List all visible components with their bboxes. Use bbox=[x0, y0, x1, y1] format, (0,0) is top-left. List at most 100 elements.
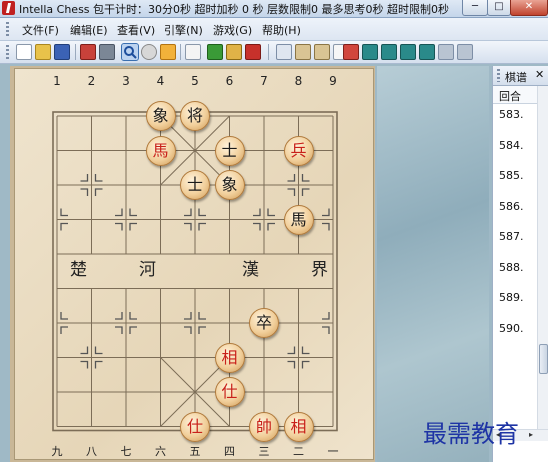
lock-icon[interactable] bbox=[226, 44, 242, 60]
toolbar-separator bbox=[268, 44, 269, 60]
maximize-button[interactable]: □ bbox=[487, 0, 511, 16]
column-number: 2 bbox=[87, 74, 96, 88]
move-row[interactable]: 586. bbox=[499, 200, 524, 213]
piece-label: 馬 bbox=[290, 209, 307, 229]
move-row[interactable]: 584. bbox=[499, 139, 524, 152]
next-move-icon[interactable] bbox=[400, 44, 416, 60]
move-row[interactable]: 588. bbox=[499, 261, 524, 274]
engine-icon[interactable] bbox=[207, 44, 223, 60]
river-text-chu: 楚 bbox=[70, 260, 87, 280]
column-number: 8 bbox=[294, 74, 303, 88]
move-row[interactable]: 587. bbox=[499, 230, 524, 243]
column-number: 1 bbox=[53, 74, 61, 88]
menu-edit[interactable]: 编辑(E) bbox=[70, 22, 108, 38]
copy-icon[interactable] bbox=[276, 44, 292, 60]
red-piece[interactable]: 馬 bbox=[145, 135, 176, 166]
panel-grip[interactable] bbox=[497, 69, 500, 82]
menu-help[interactable]: 帮助(H) bbox=[262, 22, 301, 38]
scroll-right-icon[interactable]: ▸ bbox=[529, 430, 533, 439]
paste-board-icon[interactable] bbox=[314, 44, 330, 60]
column-header[interactable]: 回合 bbox=[493, 86, 537, 104]
panel-title: 棋谱 bbox=[505, 71, 527, 84]
black-piece[interactable]: 馬 bbox=[283, 204, 314, 235]
black-piece[interactable]: 象 bbox=[145, 101, 176, 131]
paste-icon[interactable] bbox=[295, 44, 311, 60]
close-icon: ✕ bbox=[524, 1, 534, 12]
piece-label: 象 bbox=[221, 175, 238, 194]
move-row[interactable]: 590. bbox=[499, 322, 524, 335]
watermark: 最需教育 bbox=[423, 420, 519, 448]
menubar-grip[interactable] bbox=[6, 22, 9, 36]
red-piece[interactable]: 相 bbox=[214, 342, 245, 373]
minimize-icon: ─ bbox=[471, 1, 479, 12]
black-piece[interactable]: 象 bbox=[214, 170, 245, 200]
prev-branch-icon[interactable] bbox=[362, 44, 378, 60]
column-number-cn: 三 bbox=[258, 445, 270, 458]
red-piece[interactable]: 仕 bbox=[214, 377, 245, 407]
black-piece[interactable]: 卒 bbox=[249, 308, 279, 338]
piece-label: 相 bbox=[221, 347, 238, 367]
column-number-cn: 一 bbox=[327, 445, 339, 458]
refresh-icon[interactable] bbox=[160, 44, 176, 60]
title-bar: Intella Chess 包干计时：30分0秒 超时加秒 0 秒 层数限制0 … bbox=[0, 0, 548, 18]
prev-move-icon[interactable] bbox=[381, 44, 397, 60]
move-row[interactable]: 583. bbox=[499, 108, 524, 121]
panel-close-icon[interactable]: ✕ bbox=[535, 68, 544, 81]
column-number: 4 bbox=[156, 74, 165, 88]
column-number-cn: 八 bbox=[86, 445, 97, 458]
search-icon[interactable] bbox=[121, 43, 139, 61]
menu-engine[interactable]: 引擎(N) bbox=[164, 22, 203, 38]
black-piece[interactable]: 士 bbox=[180, 170, 210, 200]
piece-label: 士 bbox=[186, 175, 203, 194]
red-piece[interactable]: 相 bbox=[283, 411, 314, 442]
column-header-label: 回合 bbox=[499, 90, 521, 103]
toolbar-more-icon[interactable] bbox=[457, 44, 473, 60]
piece-label: 仕 bbox=[221, 382, 238, 401]
close-button[interactable]: ✕ bbox=[510, 0, 548, 16]
menu-game[interactable]: 游戏(G) bbox=[213, 22, 252, 38]
column-number-cn: 六 bbox=[155, 445, 166, 458]
piece-label: 兵 bbox=[290, 140, 307, 160]
vertical-scrollbar[interactable] bbox=[537, 86, 548, 429]
scroll-thumb[interactable] bbox=[539, 344, 548, 374]
window-title: Intella Chess 包干计时：30分0秒 超时加秒 0 秒 层数限制0 … bbox=[19, 3, 449, 16]
chess-board[interactable]: 123456789 九八七六五四三二一 楚 河 漢 界 象将馬士兵士象馬卒相仕仕… bbox=[14, 68, 374, 460]
column-number-cn: 四 bbox=[224, 445, 235, 458]
maximize-icon: □ bbox=[494, 1, 504, 12]
column-number-cn: 五 bbox=[189, 445, 201, 458]
piece-label: 相 bbox=[290, 416, 307, 436]
printer-preview-icon[interactable] bbox=[99, 44, 115, 60]
save-icon[interactable] bbox=[54, 44, 70, 60]
menu-view[interactable]: 查看(V) bbox=[117, 22, 155, 38]
panel-header: 棋谱 ✕ bbox=[493, 66, 548, 86]
stop-icon[interactable] bbox=[141, 44, 157, 60]
piece-label: 卒 bbox=[255, 313, 272, 332]
minimize-button[interactable]: ─ bbox=[462, 0, 488, 16]
open-icon[interactable] bbox=[35, 44, 51, 60]
last-move-icon[interactable] bbox=[438, 44, 454, 60]
red-piece[interactable]: 帥 bbox=[249, 411, 279, 442]
edit-icon[interactable] bbox=[185, 44, 201, 60]
menu-file[interactable]: 文件(F) bbox=[22, 22, 59, 38]
next-branch-icon[interactable] bbox=[419, 44, 435, 60]
red-piece[interactable]: 兵 bbox=[283, 135, 314, 166]
print-icon[interactable] bbox=[80, 44, 96, 60]
black-piece[interactable]: 士 bbox=[214, 135, 245, 166]
magnifier-glyph bbox=[124, 46, 137, 59]
first-move-icon[interactable] bbox=[343, 44, 359, 60]
move-row[interactable]: 589. bbox=[499, 291, 524, 304]
hint-icon[interactable] bbox=[245, 44, 261, 60]
app-icon bbox=[2, 1, 15, 15]
column-number: 3 bbox=[122, 74, 130, 88]
toolbar-grip[interactable] bbox=[6, 45, 9, 59]
piece-label: 士 bbox=[221, 140, 238, 160]
toolbar bbox=[0, 41, 548, 64]
piece-label: 仕 bbox=[186, 416, 203, 436]
background-marble bbox=[377, 66, 489, 462]
red-piece[interactable]: 仕 bbox=[180, 411, 210, 442]
black-piece[interactable]: 将 bbox=[180, 101, 210, 131]
menu-bar: 文件(F) 编辑(E) 查看(V) 引擎(N) 游戏(G) 帮助(H) bbox=[0, 18, 548, 41]
toolbar-separator bbox=[180, 44, 181, 60]
new-icon[interactable] bbox=[16, 44, 32, 60]
move-row[interactable]: 585. bbox=[499, 169, 524, 182]
